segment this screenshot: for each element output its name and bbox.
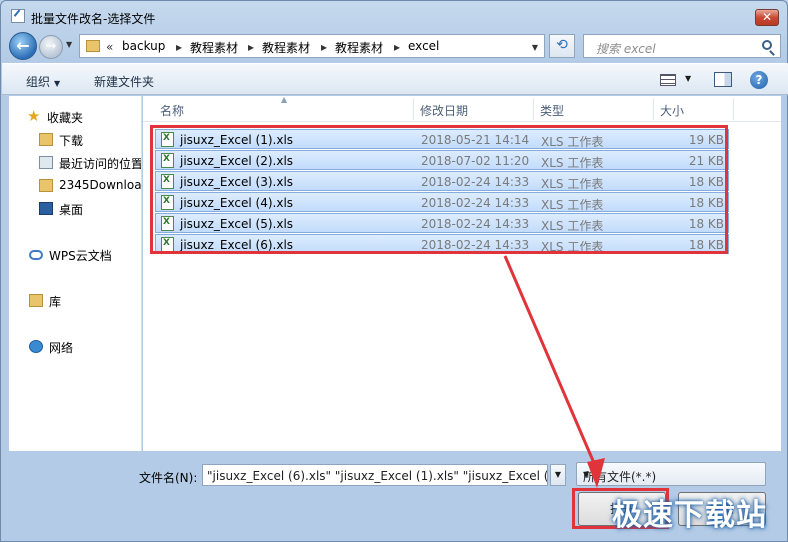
back-button[interactable]: ← xyxy=(9,32,37,60)
preview-pane-icon[interactable] xyxy=(714,72,732,87)
star-icon: ★ xyxy=(27,107,41,125)
breadcrumb-item[interactable]: 教程素材 xyxy=(262,39,310,56)
navigation-bar: ← → ▼ « backup ▸ 教程素材 ▸ 教程素材 ▸ 教程素材 ▸ ex… xyxy=(9,32,781,60)
filename-dropdown-icon[interactable]: ▼ xyxy=(550,464,566,486)
breadcrumb-separator-icon[interactable]: ▸ xyxy=(248,40,254,54)
desktop-icon xyxy=(39,202,53,215)
chevron-down-icon: ▼ xyxy=(583,470,590,479)
recent-icon xyxy=(39,156,53,169)
folder-icon xyxy=(39,179,53,192)
view-options-icon[interactable] xyxy=(660,74,676,86)
column-divider[interactable] xyxy=(653,98,654,120)
column-header-row: ▲ 名称 修改日期 类型 大小 xyxy=(143,95,781,122)
column-header-date[interactable]: 修改日期 xyxy=(420,102,468,119)
network-icon xyxy=(29,340,43,353)
column-divider[interactable] xyxy=(413,98,414,120)
column-divider[interactable] xyxy=(733,98,734,120)
folder-icon xyxy=(39,133,53,146)
file-open-dialog: 批量文件改名-选择文件 ✕ ← → ▼ « backup ▸ 教程素材 ▸ 教程… xyxy=(0,0,788,542)
breadcrumb-item[interactable]: 教程素材 xyxy=(335,39,383,56)
breadcrumb-item[interactable]: excel xyxy=(408,39,439,53)
breadcrumb-separator-icon[interactable]: ▸ xyxy=(394,40,400,54)
library-icon xyxy=(29,294,43,307)
breadcrumb-item[interactable]: backup xyxy=(122,39,165,53)
refresh-button[interactable]: ⟲ xyxy=(549,34,575,58)
search-placeholder: 搜索 excel xyxy=(596,42,656,56)
help-icon[interactable]: ? xyxy=(750,71,768,89)
breadcrumb-separator-icon[interactable]: ▸ xyxy=(176,40,182,54)
view-dropdown-icon[interactable]: ▼ xyxy=(685,74,691,83)
file-type-select[interactable]: 所有文件(*.*) ▼ xyxy=(576,462,766,486)
highlight-box-files xyxy=(150,125,728,254)
sort-ascending-icon: ▲ xyxy=(281,95,288,104)
address-bar[interactable]: « backup ▸ 教程素材 ▸ 教程素材 ▸ 教程素材 ▸ excel ▼ xyxy=(79,34,545,58)
breadcrumb-item[interactable]: 教程素材 xyxy=(190,39,238,56)
organize-label: 组织 xyxy=(26,75,51,89)
chevron-down-icon: ▼ xyxy=(54,79,61,88)
column-divider[interactable] xyxy=(533,98,534,120)
history-dropdown-icon[interactable]: ▼ xyxy=(66,40,72,49)
window-title: 批量文件改名-选择文件 xyxy=(31,12,156,26)
filename-label: 文件名(N): xyxy=(139,471,198,485)
address-dropdown-icon[interactable]: ▼ xyxy=(532,43,538,52)
breadcrumb-separator-icon[interactable]: ▸ xyxy=(321,40,327,54)
app-icon xyxy=(11,9,25,23)
organize-button[interactable]: 组织 ▼ xyxy=(26,73,60,90)
navigation-pane: ★ 收藏夹 下载 最近访问的位置 2345Downloa 桌面 WPS云文档 库 … xyxy=(9,96,142,451)
watermark-logo: 极速下载站 xyxy=(612,498,767,533)
search-icon[interactable] xyxy=(762,40,772,50)
breadcrumb-overflow[interactable]: « xyxy=(106,40,113,54)
search-input[interactable]: 搜索 excel xyxy=(583,34,781,58)
forward-button[interactable]: → xyxy=(39,35,63,59)
close-button[interactable]: ✕ xyxy=(755,9,779,26)
filename-input[interactable]: "jisuxz_Excel (6).xls" "jisuxz_Excel (1)… xyxy=(202,464,548,486)
column-header-size[interactable]: 大小 xyxy=(660,102,684,119)
column-header-name[interactable]: 名称 xyxy=(160,102,184,119)
command-toolbar: 组织 ▼ 新建文件夹 ▼ ? xyxy=(2,63,788,95)
title-bar: 批量文件改名-选择文件 ✕ xyxy=(1,1,787,31)
filename-value: "jisuxz_Excel (6).xls" "jisuxz_Excel (1)… xyxy=(207,469,548,483)
folder-icon xyxy=(86,40,100,52)
column-header-type[interactable]: 类型 xyxy=(540,102,564,119)
new-folder-button[interactable]: 新建文件夹 xyxy=(94,73,154,90)
cloud-icon xyxy=(29,250,43,260)
